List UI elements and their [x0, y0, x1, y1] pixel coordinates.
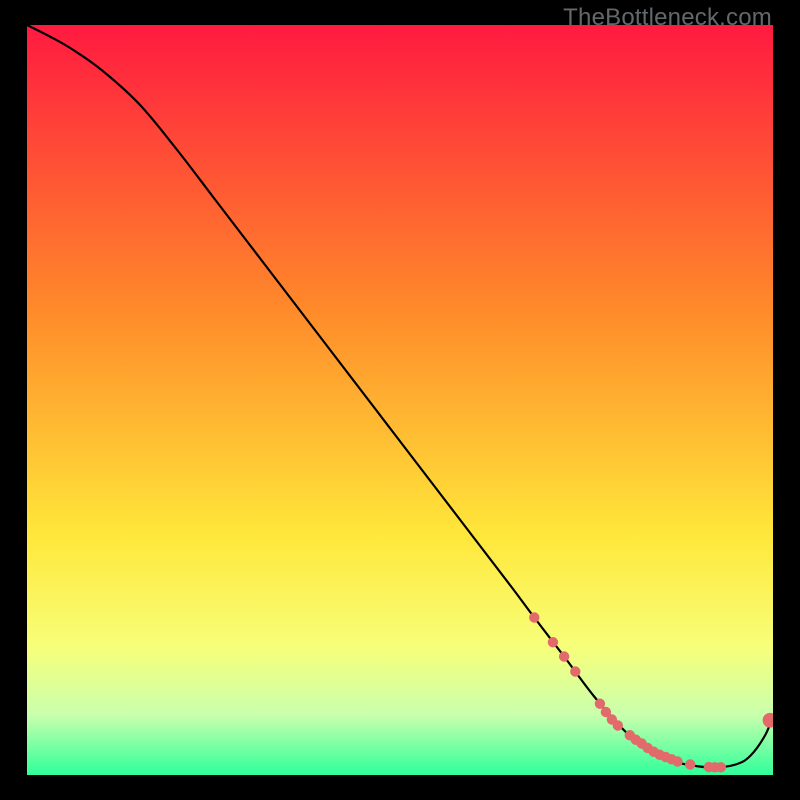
watermark-text: TheBottleneck.com	[563, 4, 772, 32]
curve-marker	[570, 666, 580, 676]
curve-marker	[529, 612, 539, 622]
curve-marker	[613, 720, 623, 730]
curve-marker	[716, 762, 726, 772]
curve-marker	[559, 651, 569, 661]
chart-frame: TheBottleneck.com	[0, 0, 800, 800]
bottleneck-curve-plot	[27, 25, 773, 775]
curve-marker	[685, 759, 695, 769]
gradient-background	[27, 25, 773, 775]
curve-marker	[672, 756, 682, 766]
curve-marker	[548, 637, 558, 647]
